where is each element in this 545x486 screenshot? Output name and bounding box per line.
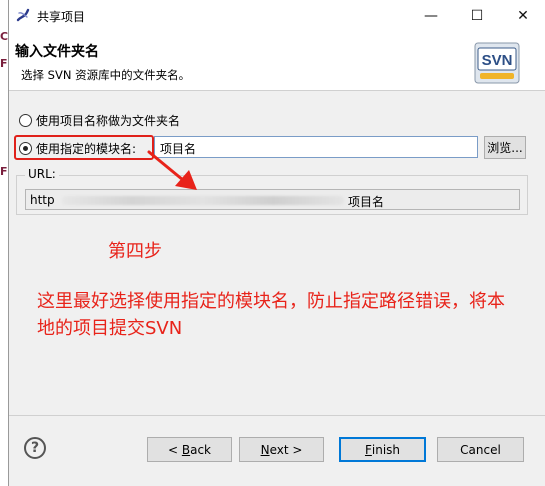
page-description: 选择 SVN 资源库中的文件夹名。 <box>21 68 191 82</box>
browse-button[interactable]: 浏览... <box>484 136 526 159</box>
cancel-button[interactable]: Cancel <box>437 437 524 462</box>
minimize-button[interactable]: — <box>408 0 454 31</box>
next-button-mnemonic: N <box>260 442 270 457</box>
background-text-fragment: F <box>0 165 8 178</box>
background-window-strip: C F F <box>0 0 8 486</box>
back-button-prefix: < <box>167 442 182 457</box>
back-button[interactable]: < Back <box>147 437 232 462</box>
title-bar: 共享项目 — ☐ ✕ <box>9 0 545 31</box>
finish-button-mnemonic: F <box>364 442 372 457</box>
url-field: http 项目名 <box>25 189 520 210</box>
page-title: 输入文件夹名 <box>15 44 99 60</box>
next-button[interactable]: Next > <box>239 437 324 462</box>
url-suffix-text: 项目名 <box>348 195 385 209</box>
option-use-project-name[interactable]: 使用项目名称做为文件夹名 <box>19 112 180 129</box>
url-group-label: URL: <box>25 167 59 181</box>
svn-logo-icon: SVN <box>474 42 520 84</box>
close-button[interactable]: ✕ <box>500 0 545 31</box>
annotation-step-label: 第四步 <box>108 241 162 262</box>
finish-button-rest: inish <box>371 442 401 457</box>
option-use-project-name-label: 使用项目名称做为文件夹名 <box>36 114 181 128</box>
finish-button[interactable]: Finish <box>339 437 426 462</box>
footer-separator <box>9 415 545 416</box>
maximize-button[interactable]: ☐ <box>454 0 500 31</box>
back-button-mnemonic: B <box>181 442 191 457</box>
maximize-icon: ☐ <box>470 7 484 24</box>
help-icon[interactable]: ? <box>24 437 46 459</box>
annotation-highlight-box <box>14 135 154 160</box>
next-button-rest: ext > <box>269 442 303 457</box>
wizard-header: 输入文件夹名 选择 SVN 资源库中的文件夹名。 SVN <box>9 31 545 91</box>
annotation-note: 这里最好选择使用指定的模块名，防止指定路径错误，将本地的项目提交SVN <box>37 291 505 339</box>
radio-project-name[interactable] <box>19 114 32 127</box>
eclipse-app-icon <box>16 8 30 22</box>
back-button-rest: ack <box>190 442 211 457</box>
minimize-icon: — <box>424 7 438 24</box>
share-project-dialog: 共享项目 — ☐ ✕ 输入文件夹名 选择 SVN 资源库中的文件夹名。 SVN … <box>8 0 545 486</box>
url-prefix-text: http <box>30 193 55 207</box>
blurred-url-segment <box>62 196 344 205</box>
window-title: 共享项目 <box>37 10 86 24</box>
annotation-arrow-icon <box>147 150 197 190</box>
background-text-fragment: F <box>0 57 8 70</box>
close-icon: ✕ <box>517 7 529 24</box>
svn-logo-text: SVN <box>482 52 513 69</box>
background-text-fragment: C <box>0 30 9 43</box>
